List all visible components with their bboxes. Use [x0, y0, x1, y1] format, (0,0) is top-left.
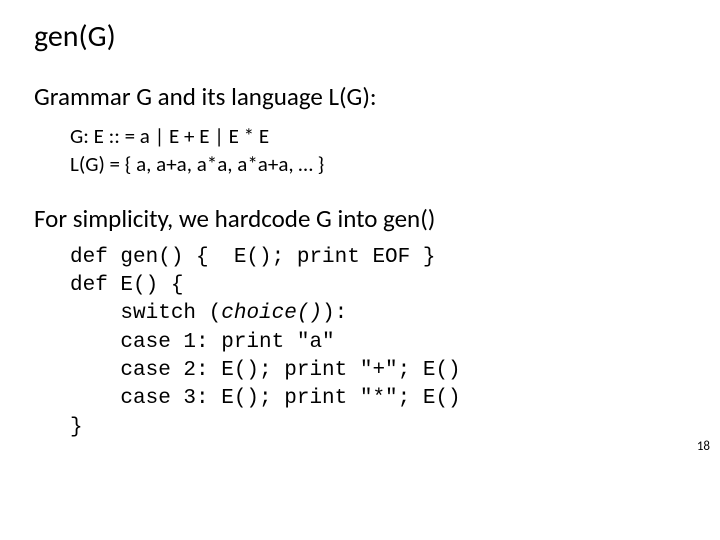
code-line-3c: ): — [322, 302, 347, 325]
code-block: def gen() { E(); print EOF } def E() { s… — [70, 244, 686, 442]
grammar-language: L(G) = { a, a+a, a*a, a*a+a, … } — [70, 150, 686, 178]
code-choice-call: choice() — [221, 302, 322, 325]
code-line-4: case 1: print "a" — [70, 331, 335, 354]
code-line-1: def gen() { E(); print EOF } — [70, 246, 435, 269]
slide-title: gen(G) — [34, 18, 686, 55]
grammar-intro: Grammar G and its language L(G): — [34, 81, 686, 112]
slide: gen(G) Grammar G and its language L(G): … — [0, 0, 720, 540]
grammar-block: G: E :: = a | E + E | E * E L(G) = { a, … — [70, 122, 686, 179]
code-line-5: case 2: E(); print "+"; E() — [70, 359, 461, 382]
page-number: 18 — [697, 439, 710, 454]
code-line-3a: switch ( — [70, 302, 221, 325]
grammar-rule: G: E :: = a | E + E | E * E — [70, 122, 686, 150]
code-line-6: case 3: E(); print "*"; E() — [70, 387, 461, 410]
code-line-2: def E() { — [70, 274, 183, 297]
simplicity-line: For simplicity, we hardcode G into gen() — [34, 203, 686, 234]
code-line-7: } — [70, 416, 83, 439]
